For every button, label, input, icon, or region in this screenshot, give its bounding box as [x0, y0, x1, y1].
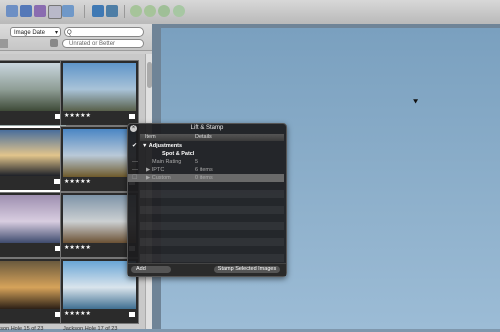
hud-footer: Add Stamp Selected Images	[128, 263, 286, 276]
row-item: ▼ Adjustments	[142, 143, 183, 149]
main-toolbar	[0, 0, 500, 25]
minus-icon[interactable]: —	[132, 166, 138, 174]
export-icon[interactable]	[106, 5, 118, 17]
sort-select-label: Image Date	[14, 30, 46, 36]
rating-filter-field[interactable]: Unrated or Better	[62, 39, 144, 48]
add-popup-button[interactable]: Add	[131, 266, 171, 273]
search-input[interactable]: Q	[64, 27, 144, 37]
sort-select[interactable]: Image Date ▾	[10, 27, 61, 37]
adjusted-badge-icon	[129, 114, 135, 119]
pointer-cursor-icon: ⯆	[412, 97, 420, 107]
lift-stamp-icon[interactable]	[158, 5, 170, 17]
rating-filter-text: Unrated or Better	[69, 41, 116, 47]
row-item: ▶ Custom	[146, 175, 171, 181]
row-item: ▶ IPTC	[146, 167, 165, 173]
check-icon[interactable]	[173, 5, 185, 17]
new-project-icon[interactable]	[6, 5, 18, 17]
toolbar-divider	[84, 5, 85, 18]
thumbnail-image	[63, 129, 136, 177]
thumbnail[interactable]: ★★★★★Jackson Hole 6 of 23	[60, 60, 139, 134]
thumbnail[interactable]: ★Jackson Hole 15 of 23	[0, 258, 65, 332]
checkbox[interactable]: ☐	[132, 174, 137, 182]
checkmark-icon[interactable]: ✔	[132, 142, 137, 150]
thumbnail[interactable]: ★	[0, 192, 65, 258]
row-item: Spot & Patcl	[162, 151, 195, 157]
hud-title: Lift & Stamp	[190, 125, 224, 131]
filter-icon[interactable]	[50, 39, 58, 47]
table-row[interactable]: ✔ ▼ Adjustments	[128, 142, 284, 150]
browser-filter-bar: Image Date ▾ Q Unrated or Better	[0, 24, 152, 51]
table-row[interactable]: Spot & Patcl	[128, 150, 284, 158]
thumbnail-grid: ★★★★★★Jackson Hole 6 of 23★Jackson Hole …	[0, 54, 145, 332]
chevron-down-icon: ▾	[54, 30, 58, 36]
column-header-item[interactable]: Item	[145, 134, 156, 141]
row-stripe	[140, 254, 284, 262]
thumbnail-image	[0, 195, 62, 243]
toolbar-divider	[124, 5, 125, 18]
search-icon: Q	[67, 30, 72, 36]
row-item: Main Rating	[152, 159, 182, 165]
rotate-left-icon[interactable]	[130, 5, 142, 17]
column-header-details[interactable]: Details	[195, 134, 212, 141]
thumbnail-image	[0, 63, 62, 111]
thumbnail-image	[63, 195, 136, 243]
star-rating: ★★★★★	[64, 245, 91, 251]
thumbnail[interactable]: ★	[0, 60, 65, 126]
table-row-selected[interactable]: ☐ ▶ Custom 0 items	[128, 174, 284, 182]
thumbnail-caption: Jackson Hole 15 of 23	[0, 326, 44, 332]
table-row[interactable]: — Main Rating 5	[128, 158, 284, 166]
new-album-icon[interactable]	[20, 5, 32, 17]
stamp-button-label: Stamp Selected Images	[217, 266, 277, 272]
row-stripe	[140, 238, 284, 246]
thumbnail-image	[0, 261, 62, 309]
row-stripe	[140, 222, 284, 230]
row-stripe	[140, 206, 284, 214]
row-details: 0 items	[195, 175, 213, 181]
adjusted-badge-icon	[129, 312, 135, 317]
thumbnail-image	[63, 261, 136, 309]
panel-toggle-icon[interactable]	[0, 39, 8, 48]
minus-icon[interactable]: —	[132, 158, 138, 166]
row-stripe	[140, 190, 284, 198]
star-rating: ★★★★★	[64, 311, 91, 317]
lift-stamp-hud: × Lift & Stamp Item Details ✔ ▼ Adjustme…	[127, 123, 287, 277]
row-details: 5	[195, 159, 199, 165]
thumbnail-caption: Jackson Hole 17 of 23	[63, 326, 118, 332]
star-rating: ★★★★★	[64, 113, 91, 119]
row-details: 6 items	[195, 167, 213, 173]
new-light-table-icon[interactable]	[48, 5, 62, 19]
rotate-right-icon[interactable]	[144, 5, 156, 17]
import-icon[interactable]	[92, 5, 104, 17]
star-rating: ★★★★★	[64, 179, 91, 185]
stamp-selected-images-button[interactable]: Stamp Selected Images	[214, 266, 280, 273]
new-book-icon[interactable]	[34, 5, 46, 17]
table-header: Item Details	[140, 134, 284, 141]
table-row[interactable]: — ▶ IPTC 6 items	[128, 166, 284, 174]
new-web-icon[interactable]	[62, 5, 74, 17]
thumbnail-image	[0, 130, 61, 176]
thumbnail-image	[63, 63, 136, 111]
add-button-label: Add	[136, 266, 146, 272]
thumbnail[interactable]: ★Jackson Hole 7 of 23	[0, 126, 65, 199]
